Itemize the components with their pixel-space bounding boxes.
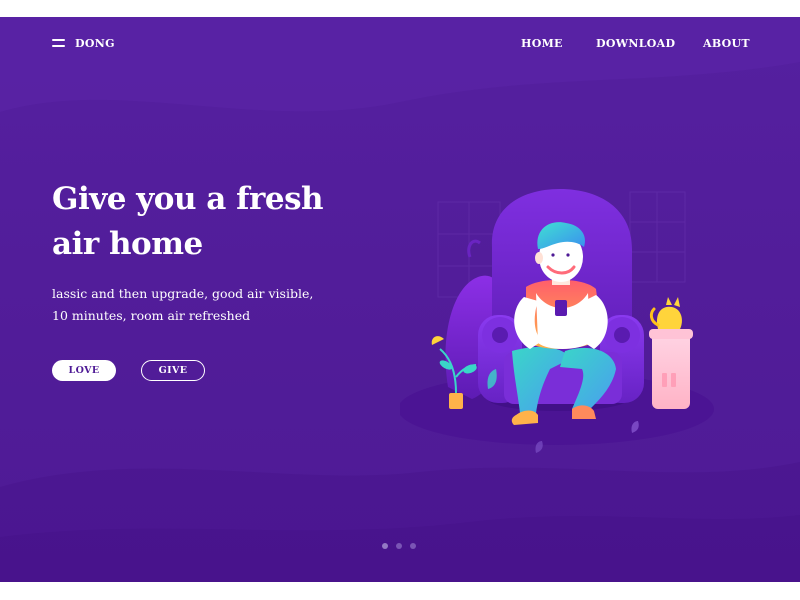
hero-description: lassic and then upgrade, good air visibl… — [52, 286, 314, 323]
pagination-dot-1[interactable] — [382, 543, 388, 549]
love-button[interactable]: LOVE — [52, 360, 116, 381]
landing-page: DONG HOME DOWNLOAD ABOUT Give you a fres… — [0, 17, 800, 582]
slider-pagination — [382, 543, 416, 549]
top-nav: DONG HOME DOWNLOAD ABOUT — [0, 17, 800, 73]
pagination-dot-2[interactable] — [396, 543, 402, 549]
give-button[interactable]: GIVE — [141, 360, 205, 381]
hero-title: Give you a fresh air home — [52, 181, 324, 262]
nav-link-home[interactable]: HOME — [521, 37, 563, 50]
brand-logo-text[interactable]: DONG — [75, 37, 115, 50]
nav-link-download[interactable]: DOWNLOAD — [596, 37, 675, 50]
hamburger-menu-icon[interactable] — [52, 39, 65, 48]
nav-link-about[interactable]: ABOUT — [703, 37, 750, 50]
hero-illustration — [400, 189, 714, 453]
pagination-dot-3[interactable] — [410, 543, 416, 549]
